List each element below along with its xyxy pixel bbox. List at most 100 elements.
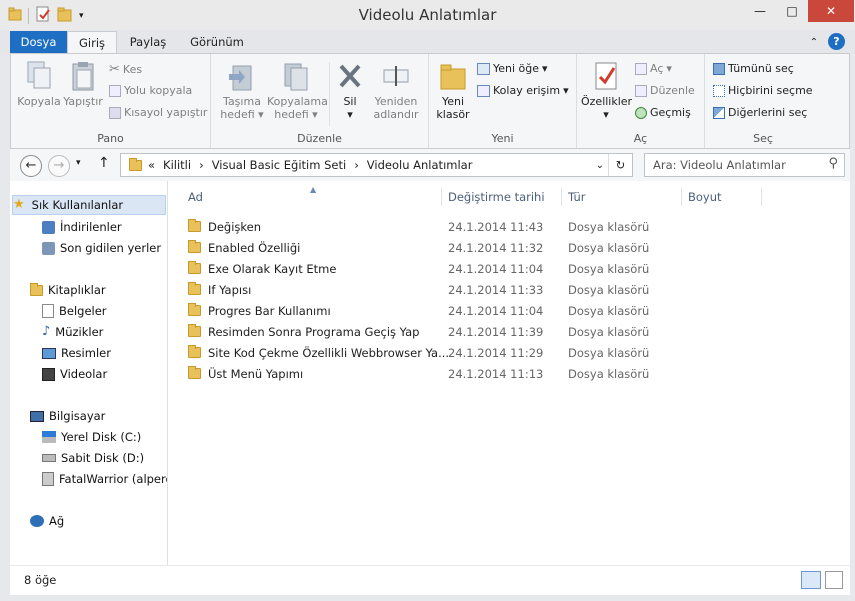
collapse-ribbon-icon[interactable]: ⌃ xyxy=(806,31,822,54)
column-header-size[interactable]: Boyut xyxy=(688,186,722,208)
search-input[interactable]: Ara: Videolu Anlatımlar ⚲ xyxy=(644,153,845,177)
column-divider[interactable] xyxy=(761,188,762,206)
nav-item-network[interactable]: Ağ xyxy=(30,511,64,531)
details-view-icon[interactable] xyxy=(801,571,821,589)
breadcrumb-visual-basic[interactable]: Visual Basic Eğitim Seti xyxy=(212,158,347,172)
nav-item-disk-c[interactable]: Yerel Disk (C:) xyxy=(42,427,141,447)
address-bar[interactable]: « Kilitli › Visual Basic Eğitim Seti › V… xyxy=(120,153,633,177)
delete-button[interactable]: Sil ▾ xyxy=(333,60,367,121)
nav-label: Ağ xyxy=(49,514,65,528)
edit-button[interactable]: Düzenle xyxy=(635,84,695,97)
recent-locations-icon[interactable]: ▾ xyxy=(76,158,81,168)
file-date: 24.1.2014 11:04 xyxy=(448,304,544,318)
copy-button[interactable]: Kopyala xyxy=(17,60,61,108)
file-row[interactable]: Enabled Özelliği 24.1.2014 11:32 Dosya kla… xyxy=(186,238,666,259)
history-button[interactable]: Geçmiş xyxy=(635,106,691,119)
copy-to-label: Kopyalama hedefi xyxy=(267,95,328,121)
move-to-label: Taşıma hedefi xyxy=(220,95,261,121)
nav-label: Kitaplıklar xyxy=(48,283,106,297)
copy-to-icon xyxy=(284,63,308,91)
breadcrumb-separator[interactable]: › xyxy=(354,158,359,172)
column-divider[interactable] xyxy=(561,188,562,206)
rename-label: Yeniden adlandır xyxy=(373,95,419,121)
rename-button[interactable]: Yeniden adlandır xyxy=(371,60,421,121)
large-icons-view-icon[interactable] xyxy=(825,571,843,589)
maximize-button[interactable]: □ xyxy=(776,0,808,22)
file-row[interactable]: If Yapısı 24.1.2014 11:33 Dosya klasörü xyxy=(186,280,666,301)
paste-button[interactable]: Yapıştır xyxy=(61,60,105,108)
folder-icon xyxy=(188,261,201,274)
select-all-button[interactable]: Tümünü seç xyxy=(713,62,794,75)
file-row[interactable]: Exe Olarak Kayıt Etme 24.1.2014 11:04 Dosy… xyxy=(186,259,666,280)
file-name: Site Kod Çekme Özellikli Webbrowser Ya..… xyxy=(208,346,450,360)
column-header-date[interactable]: Değiştirme tarihi xyxy=(448,186,545,208)
column-header-name[interactable]: Ad xyxy=(188,186,203,208)
file-type: Dosya klasörü xyxy=(568,367,650,381)
rename-icon xyxy=(383,66,409,86)
nav-item-computer[interactable]: Bilgisayar xyxy=(30,406,105,426)
file-row[interactable]: Resimden Sonra Programa Geçiş Yap 24.1.20… xyxy=(186,322,666,343)
nav-item-network-drive[interactable]: FatalWarrior (alperen xyxy=(42,469,167,489)
help-icon[interactable]: ? xyxy=(828,33,845,50)
nav-item-pictures[interactable]: Resimler xyxy=(42,343,111,363)
breadcrumb-kilitli[interactable]: Kilitli xyxy=(163,158,191,172)
select-all-label: Tümünü seç xyxy=(728,62,794,75)
open-button[interactable]: Aç ▾ xyxy=(635,62,672,75)
file-date: 24.1.2014 11:04 xyxy=(448,262,544,276)
file-date: 24.1.2014 11:32 xyxy=(448,241,544,255)
new-item-icon xyxy=(477,62,490,75)
forward-button[interactable]: → xyxy=(48,155,70,177)
column-divider[interactable] xyxy=(681,188,682,206)
column-divider[interactable] xyxy=(441,188,442,206)
copy-icon xyxy=(27,61,51,89)
copy-to-button[interactable]: Kopyalama hedefi ▾ xyxy=(267,60,328,121)
folder-icon xyxy=(188,345,201,358)
edit-label: Düzenle xyxy=(650,84,695,97)
tab-home[interactable]: Giriş xyxy=(67,31,117,54)
column-header-type[interactable]: Tür xyxy=(568,186,585,208)
file-row[interactable]: Üst Menü Yapımı 24.1.2014 11:13 Dosya klas… xyxy=(186,364,666,385)
nav-item-music[interactable]: ♪ Müzikler xyxy=(42,322,103,342)
move-to-button[interactable]: Taşıma hedefi ▾ xyxy=(217,60,267,121)
file-row[interactable]: Site Kod Çekme Özellikli Webbrowser Ya..… xyxy=(186,343,666,364)
file-date: 24.1.2014 11:39 xyxy=(448,325,544,339)
new-folder-button[interactable]: Yeni klasör xyxy=(433,60,473,121)
properties-button[interactable]: Özellikler ▾ xyxy=(581,60,632,121)
file-name: Exe Olarak Kayıt Etme xyxy=(208,262,337,276)
breadcrumb-separator[interactable]: › xyxy=(199,158,204,172)
nav-item-recent[interactable]: Son gidilen yerler xyxy=(42,238,161,258)
new-item-button[interactable]: Yeni öğe ▾ xyxy=(477,62,548,75)
nav-item-favorites[interactable]: ★ Sık Kullanılanlar xyxy=(12,195,166,215)
up-arrow-icon[interactable]: ↑ xyxy=(98,155,110,171)
file-date: 24.1.2014 11:29 xyxy=(448,346,544,360)
nav-item-libraries[interactable]: Kitaplıklar xyxy=(30,280,106,300)
breadcrumb-current[interactable]: Videolu Anlatımlar xyxy=(367,158,473,172)
paste-shortcut-button[interactable]: Kısayol yapıştır xyxy=(109,106,207,119)
minimize-button[interactable]: — xyxy=(744,0,776,22)
file-row[interactable]: Değişken 24.1.2014 11:43 Dosya klasörü xyxy=(186,217,666,238)
tab-view[interactable]: Görünüm xyxy=(180,31,254,54)
nav-item-disk-d[interactable]: Sabit Disk (D:) xyxy=(42,448,144,468)
select-none-button[interactable]: Hiçbirini seçme xyxy=(713,84,813,97)
nav-item-downloads[interactable]: İndirilenler xyxy=(42,217,122,237)
nav-item-documents[interactable]: Belgeler xyxy=(42,301,107,321)
new-item-label: Yeni öğe xyxy=(493,62,540,75)
copy-path-button[interactable]: Yolu kopyala xyxy=(109,84,192,97)
address-overflow[interactable]: « xyxy=(148,158,155,172)
cut-button[interactable]: ✂ Kes xyxy=(109,62,142,77)
paste-icon xyxy=(72,62,94,91)
chevron-down-icon[interactable]: ⌄ xyxy=(596,160,604,171)
back-button[interactable]: ← xyxy=(20,155,42,177)
close-button[interactable]: ✕ xyxy=(808,0,854,22)
nav-item-videos[interactable]: Videolar xyxy=(42,364,107,384)
easy-access-button[interactable]: Kolay erişim ▾ xyxy=(477,84,569,97)
invert-selection-button[interactable]: Diğerlerini seç xyxy=(713,106,807,119)
navigation-pane: ★ Sık Kullanılanlar İndirilenler Son gidi… xyxy=(10,181,168,565)
refresh-icon[interactable]: ↻ xyxy=(608,154,632,176)
file-row[interactable]: Progres Bar Kullanımı 24.1.2014 11:04 Dosy… xyxy=(186,301,666,322)
paste-shortcut-icon xyxy=(109,106,121,119)
tab-file[interactable]: Dosya xyxy=(10,31,67,54)
nav-label: Bilgisayar xyxy=(49,409,106,423)
tab-share[interactable]: Paylaş xyxy=(120,31,176,54)
search-icon[interactable]: ⚲ xyxy=(828,156,838,171)
